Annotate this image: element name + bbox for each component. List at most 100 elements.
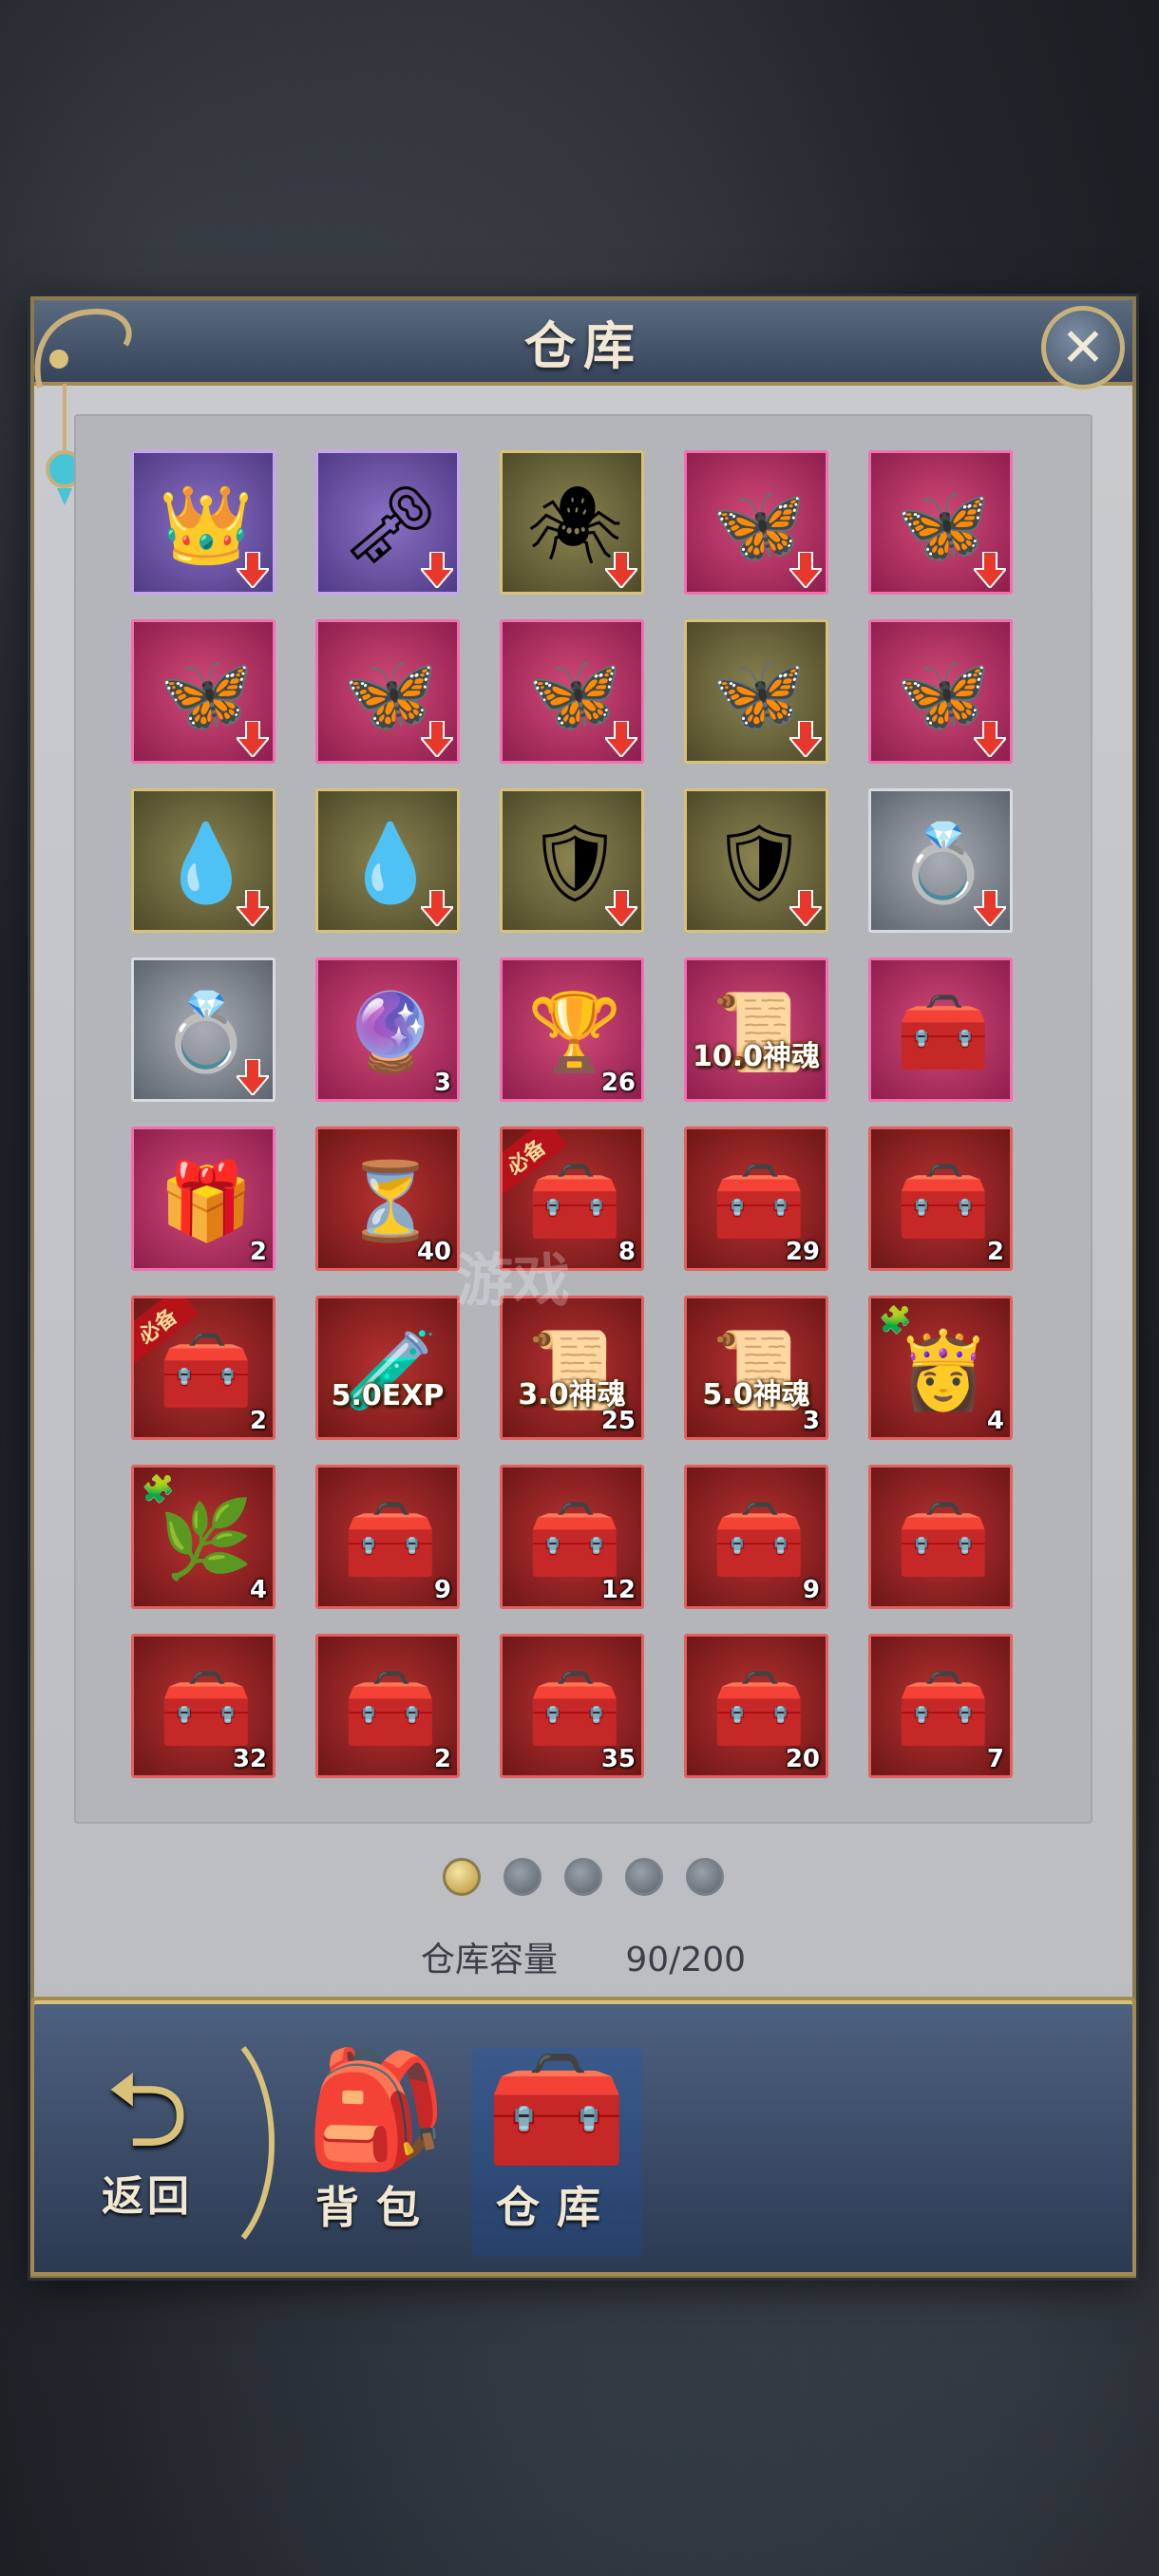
downgrade-arrow-icon bbox=[237, 552, 269, 588]
item-slot[interactable]: 🦋 bbox=[500, 619, 644, 764]
item-slot[interactable]: 🧰 7 bbox=[868, 1634, 1013, 1778]
downgrade-arrow-icon bbox=[237, 721, 269, 757]
item-slot[interactable]: 💍 bbox=[868, 788, 1013, 933]
page-dot[interactable] bbox=[686, 1858, 724, 1896]
item-slot[interactable]: 🛡 bbox=[500, 788, 644, 933]
item-icon: 🧰 bbox=[343, 1664, 438, 1752]
downgrade-arrow-icon bbox=[421, 890, 453, 926]
item-slot[interactable]: 👑 bbox=[131, 450, 276, 595]
item-icon: 🧰 bbox=[896, 1495, 991, 1583]
close-button[interactable]: ✕ bbox=[1041, 306, 1125, 389]
item-slot[interactable]: 🗝 bbox=[315, 450, 460, 595]
item-slot[interactable]: 🧰 20 bbox=[684, 1634, 828, 1778]
downgrade-arrow-icon bbox=[421, 552, 453, 588]
tab-warehouse[interactable]: 🧰 仓库 bbox=[471, 2048, 642, 2257]
downgrade-arrow-icon bbox=[237, 890, 269, 926]
item-icon: 🧰 bbox=[896, 988, 991, 1076]
puzzle-piece-icon: 🧩 bbox=[142, 1473, 175, 1505]
item-count: 29 bbox=[785, 1238, 820, 1266]
downgrade-arrow-icon bbox=[605, 552, 637, 588]
tab-warehouse-label: 仓库 bbox=[496, 2182, 618, 2233]
item-count: 3 bbox=[433, 1069, 451, 1097]
item-count: 7 bbox=[986, 1745, 1004, 1773]
back-arrow-icon: ⮌ bbox=[104, 2049, 190, 2170]
item-slot[interactable]: 🧰 9 bbox=[684, 1465, 828, 1609]
capacity-display: 仓库容量 90/200 bbox=[34, 1932, 1132, 1981]
item-count: 20 bbox=[785, 1745, 820, 1773]
puzzle-piece-icon: 🧩 bbox=[879, 1304, 912, 1335]
item-slot[interactable]: 🧰 35 bbox=[500, 1634, 644, 1778]
item-slot[interactable]: 💍 bbox=[131, 957, 276, 1102]
item-icon: 🎁 bbox=[159, 1157, 254, 1245]
title-bar: 仓库 ✕ bbox=[34, 300, 1132, 389]
bottom-nav-bar: ⮌ 返回 🎒 背包 🧰 仓库 bbox=[30, 1997, 1136, 2276]
capacity-label: 仓库容量 bbox=[420, 1941, 558, 1979]
back-button[interactable]: ⮌ 返回 bbox=[66, 2057, 228, 2247]
downgrade-arrow-icon bbox=[789, 552, 822, 588]
item-count: 3 bbox=[802, 1407, 820, 1435]
warehouse-window: 仓库 ✕ 👑 🗝 🕷 🦋 🦋 🦋 🦋 🦋 🦋 🦋 💧 💧 🛡 🛡 💍 💍 🔮 3 🏆 26 📜 10.0神魂 🧰 🎁 2 ⏳ 40 🧰… bbox=[30, 296, 1136, 2278]
close-icon: ✕ bbox=[1060, 316, 1106, 379]
item-count: 40 bbox=[416, 1238, 451, 1266]
item-slot[interactable]: 🦋 bbox=[131, 619, 276, 764]
item-count: 2 bbox=[249, 1238, 267, 1266]
item-slot[interactable]: 💧 bbox=[131, 788, 276, 933]
item-count: 25 bbox=[600, 1407, 636, 1435]
item-icon: 🧰 bbox=[712, 1495, 807, 1583]
downgrade-arrow-icon bbox=[237, 1059, 269, 1095]
item-slot[interactable]: 🎁 2 bbox=[131, 1127, 276, 1271]
tab-bag-label: 背包 bbox=[315, 2182, 437, 2233]
page-dot[interactable] bbox=[504, 1858, 542, 1896]
item-count: 4 bbox=[986, 1407, 1004, 1435]
item-count: 2 bbox=[433, 1745, 451, 1773]
item-slot[interactable]: 🦋 bbox=[315, 619, 460, 764]
item-slot[interactable]: 📜 10.0神魂 bbox=[684, 957, 828, 1102]
item-count: 32 bbox=[232, 1745, 267, 1773]
item-slot[interactable]: 🧰 12 bbox=[500, 1465, 644, 1609]
page-dot[interactable] bbox=[625, 1858, 663, 1896]
item-slot[interactable]: 🦋 bbox=[684, 619, 828, 764]
item-slot[interactable]: 🧰 必备 2 bbox=[131, 1296, 276, 1440]
item-slot[interactable]: 🦋 bbox=[868, 450, 1013, 595]
item-icon: 🧰 bbox=[896, 1157, 991, 1245]
item-grid-panel: 👑 🗝 🕷 🦋 🦋 🦋 🦋 🦋 🦋 🦋 💧 💧 🛡 🛡 💍 💍 🔮 3 🏆 26 📜 10.0神魂 🧰 🎁 2 ⏳ 40 🧰 必备 8 🧰 2… bbox=[74, 414, 1092, 1824]
item-count: 35 bbox=[600, 1745, 636, 1773]
watermark: 游戏 bbox=[456, 1248, 570, 1315]
page-dot[interactable] bbox=[443, 1858, 481, 1896]
item-count: 26 bbox=[600, 1069, 636, 1097]
item-slot[interactable]: 🦋 bbox=[684, 450, 828, 595]
item-slot[interactable]: 🕷 bbox=[500, 450, 644, 595]
item-icon: 🧰 bbox=[896, 1664, 991, 1752]
item-grid: 👑 🗝 🕷 🦋 🦋 🦋 🦋 🦋 🦋 🦋 💧 💧 🛡 🛡 💍 💍 🔮 3 🏆 26 📜 10.0神魂 🧰 🎁 2 ⏳ 40 🧰 必备 8 🧰 2… bbox=[131, 450, 1013, 1778]
downgrade-arrow-icon bbox=[974, 890, 1006, 926]
item-slot[interactable]: 🛡 bbox=[684, 788, 828, 933]
item-slot[interactable]: 📜 5.0神魂 3 bbox=[684, 1296, 828, 1440]
item-slot[interactable]: 🧰 9 bbox=[315, 1465, 460, 1609]
item-slot[interactable]: 🧰 bbox=[868, 957, 1013, 1102]
item-slot[interactable]: 💧 bbox=[315, 788, 460, 933]
item-slot[interactable]: ⏳ 40 bbox=[315, 1127, 460, 1271]
warehouse-chest-icon: 🧰 bbox=[485, 2044, 628, 2176]
item-slot[interactable]: 🧰 2 bbox=[868, 1127, 1013, 1271]
item-slot[interactable]: 🧰 32 bbox=[131, 1634, 276, 1778]
window-title: 仓库 bbox=[524, 314, 642, 376]
item-slot[interactable]: 🏆 26 bbox=[500, 957, 644, 1102]
item-overlay-label: 5.0EXP bbox=[331, 1379, 445, 1412]
item-slot[interactable]: 🧰 2 bbox=[315, 1634, 460, 1778]
downgrade-arrow-icon bbox=[605, 890, 637, 926]
item-count: 2 bbox=[249, 1407, 267, 1435]
item-slot[interactable]: 🔮 3 bbox=[315, 957, 460, 1102]
item-slot[interactable]: 🌿 🧩 4 bbox=[131, 1465, 276, 1609]
item-slot[interactable]: 🦋 bbox=[868, 619, 1013, 764]
item-slot[interactable]: 🧰 29 bbox=[684, 1127, 828, 1271]
item-overlay-label: 10.0神魂 bbox=[692, 1040, 821, 1073]
page-dot[interactable] bbox=[564, 1858, 602, 1896]
tab-bag[interactable]: 🎒 背包 bbox=[291, 2048, 462, 2257]
item-slot[interactable]: 🧰 bbox=[868, 1465, 1013, 1609]
item-count: 8 bbox=[618, 1238, 636, 1266]
item-icon: 🔮 bbox=[343, 988, 438, 1076]
item-slot[interactable]: 👸 🧩 4 bbox=[868, 1296, 1013, 1440]
item-slot[interactable]: 🧪 5.0EXP bbox=[315, 1296, 460, 1440]
item-count: 9 bbox=[802, 1576, 820, 1604]
downgrade-arrow-icon bbox=[789, 721, 822, 757]
